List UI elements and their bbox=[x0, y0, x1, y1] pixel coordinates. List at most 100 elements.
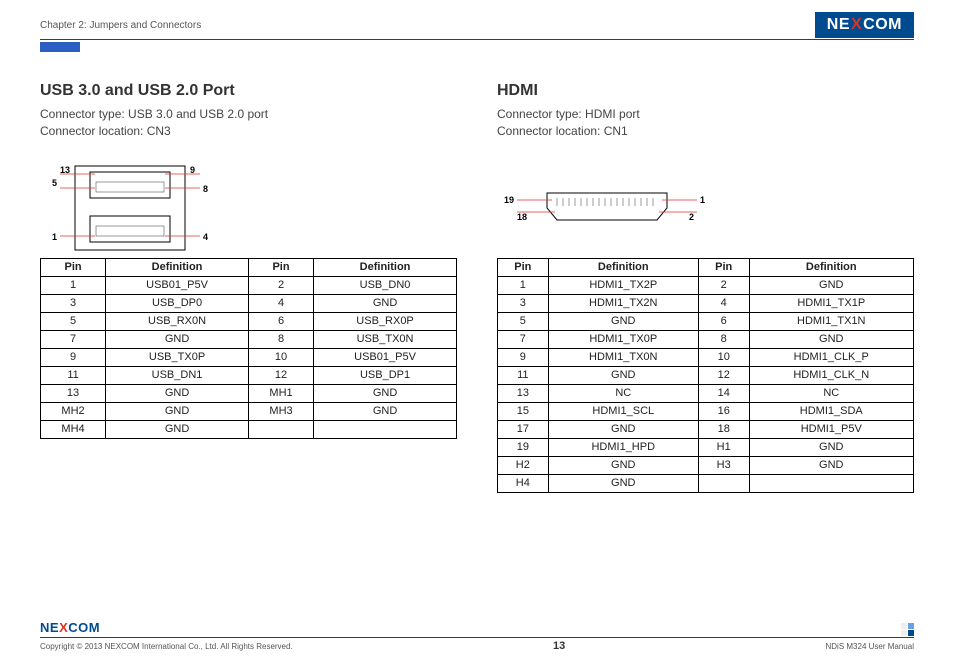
table-cell: 4 bbox=[698, 294, 749, 312]
table-cell: GND bbox=[548, 366, 698, 384]
table-row: MH2GNDMH3GND bbox=[41, 402, 457, 420]
table-cell: HDMI1_TX1N bbox=[749, 312, 913, 330]
table-row: 3HDMI1_TX2N4HDMI1_TX1P bbox=[498, 294, 914, 312]
table-row: 19HDMI1_HPDH1GND bbox=[498, 438, 914, 456]
svg-text:5: 5 bbox=[52, 178, 57, 188]
table-cell: 7 bbox=[41, 330, 106, 348]
table-cell: GND bbox=[548, 420, 698, 438]
table-cell: MH3 bbox=[248, 402, 313, 420]
table-cell: MH1 bbox=[248, 384, 313, 402]
table-row: 3USB_DP04GND bbox=[41, 294, 457, 312]
table-cell: 8 bbox=[698, 330, 749, 348]
table-cell: HDMI1_CLK_N bbox=[749, 366, 913, 384]
table-cell: GND bbox=[749, 330, 913, 348]
table-cell: HDMI1_TX0P bbox=[548, 330, 698, 348]
table-cell: 1 bbox=[41, 276, 106, 294]
table-cell: 9 bbox=[498, 348, 549, 366]
table-row: 13GNDMH1GND bbox=[41, 384, 457, 402]
svg-text:4: 4 bbox=[203, 232, 208, 242]
usb-pin-table: PinDefinitionPinDefinition 1USB01_P5V2US… bbox=[40, 258, 457, 439]
table-cell bbox=[698, 474, 749, 492]
table-cell: 12 bbox=[698, 366, 749, 384]
svg-text:13: 13 bbox=[60, 165, 70, 175]
table-cell: GND bbox=[548, 456, 698, 474]
table-cell: 7 bbox=[498, 330, 549, 348]
table-cell bbox=[314, 420, 457, 438]
table-cell: 10 bbox=[248, 348, 313, 366]
brand-logo: NEXCOM bbox=[815, 12, 914, 38]
svg-text:8: 8 bbox=[203, 184, 208, 194]
hdmi-pin-table: PinDefinitionPinDefinition 1HDMI1_TX2P2G… bbox=[497, 258, 914, 493]
table-row: MH4GND bbox=[41, 420, 457, 438]
table-cell: USB_DP0 bbox=[106, 294, 249, 312]
table-cell: 6 bbox=[248, 312, 313, 330]
table-cell: MH2 bbox=[41, 402, 106, 420]
table-cell: HDMI1_HPD bbox=[548, 438, 698, 456]
hdmi-heading: HDMI bbox=[497, 82, 914, 100]
table-cell: NC bbox=[749, 384, 913, 402]
col-header: Definition bbox=[749, 258, 913, 276]
table-row: 13NC14NC bbox=[498, 384, 914, 402]
table-row: 5GND6HDMI1_TX1N bbox=[498, 312, 914, 330]
chapter-title: Chapter 2: Jumpers and Connectors bbox=[40, 20, 201, 31]
table-cell: 11 bbox=[41, 366, 106, 384]
svg-text:1: 1 bbox=[52, 232, 57, 242]
table-cell: USB01_P5V bbox=[314, 348, 457, 366]
table-row: 11GND12HDMI1_CLK_N bbox=[498, 366, 914, 384]
table-cell: USB_DP1 bbox=[314, 366, 457, 384]
table-cell: 2 bbox=[698, 276, 749, 294]
usb-heading: USB 3.0 and USB 2.0 Port bbox=[40, 82, 457, 100]
footer-logo: NEXCOM bbox=[40, 620, 100, 635]
col-header: Definition bbox=[314, 258, 457, 276]
table-cell: 17 bbox=[498, 420, 549, 438]
table-cell: USB01_P5V bbox=[106, 276, 249, 294]
table-cell: H4 bbox=[498, 474, 549, 492]
footer-rule bbox=[40, 637, 914, 638]
table-cell: 18 bbox=[698, 420, 749, 438]
table-cell: USB_TX0P bbox=[106, 348, 249, 366]
col-header: Definition bbox=[106, 258, 249, 276]
table-cell: 14 bbox=[698, 384, 749, 402]
table-cell: 13 bbox=[498, 384, 549, 402]
table-cell: GND bbox=[548, 474, 698, 492]
svg-text:18: 18 bbox=[517, 212, 527, 222]
col-header: Pin bbox=[41, 258, 106, 276]
table-cell: 3 bbox=[41, 294, 106, 312]
table-cell: MH4 bbox=[41, 420, 106, 438]
table-cell: 1 bbox=[498, 276, 549, 294]
table-cell: GND bbox=[314, 294, 457, 312]
table-cell: GND bbox=[548, 312, 698, 330]
accent-block bbox=[40, 42, 80, 52]
table-cell: GND bbox=[106, 384, 249, 402]
table-row: 5USB_RX0N6USB_RX0P bbox=[41, 312, 457, 330]
table-cell: 5 bbox=[498, 312, 549, 330]
table-cell: USB_RX0P bbox=[314, 312, 457, 330]
usb-diagram: 13 9 5 8 1 4 bbox=[40, 158, 457, 258]
table-cell: USB_DN0 bbox=[314, 276, 457, 294]
table-cell: HDMI1_TX2P bbox=[548, 276, 698, 294]
table-cell: 13 bbox=[41, 384, 106, 402]
table-cell: HDMI1_CLK_P bbox=[749, 348, 913, 366]
col-header: Pin bbox=[248, 258, 313, 276]
table-cell: 3 bbox=[498, 294, 549, 312]
col-header: Pin bbox=[498, 258, 549, 276]
table-row: 1HDMI1_TX2P2GND bbox=[498, 276, 914, 294]
col-header: Pin bbox=[698, 258, 749, 276]
usb-conn-type: Connector type: USB 3.0 and USB 2.0 port bbox=[40, 106, 457, 123]
table-cell: GND bbox=[314, 402, 457, 420]
table-row: 1USB01_P5V2USB_DN0 bbox=[41, 276, 457, 294]
table-cell: 8 bbox=[248, 330, 313, 348]
svg-text:9: 9 bbox=[190, 165, 195, 175]
table-cell: HDMI1_SCL bbox=[548, 402, 698, 420]
svg-text:19: 19 bbox=[504, 195, 514, 205]
svg-text:2: 2 bbox=[689, 212, 694, 222]
manual-name: NDiS M324 User Manual bbox=[826, 642, 914, 651]
table-cell: GND bbox=[749, 276, 913, 294]
table-cell: 12 bbox=[248, 366, 313, 384]
usb-conn-loc: Connector location: CN3 bbox=[40, 123, 457, 140]
svg-text:1: 1 bbox=[700, 195, 705, 205]
table-cell: 10 bbox=[698, 348, 749, 366]
table-cell: HDMI1_P5V bbox=[749, 420, 913, 438]
table-cell: 5 bbox=[41, 312, 106, 330]
table-row: H2GNDH3GND bbox=[498, 456, 914, 474]
